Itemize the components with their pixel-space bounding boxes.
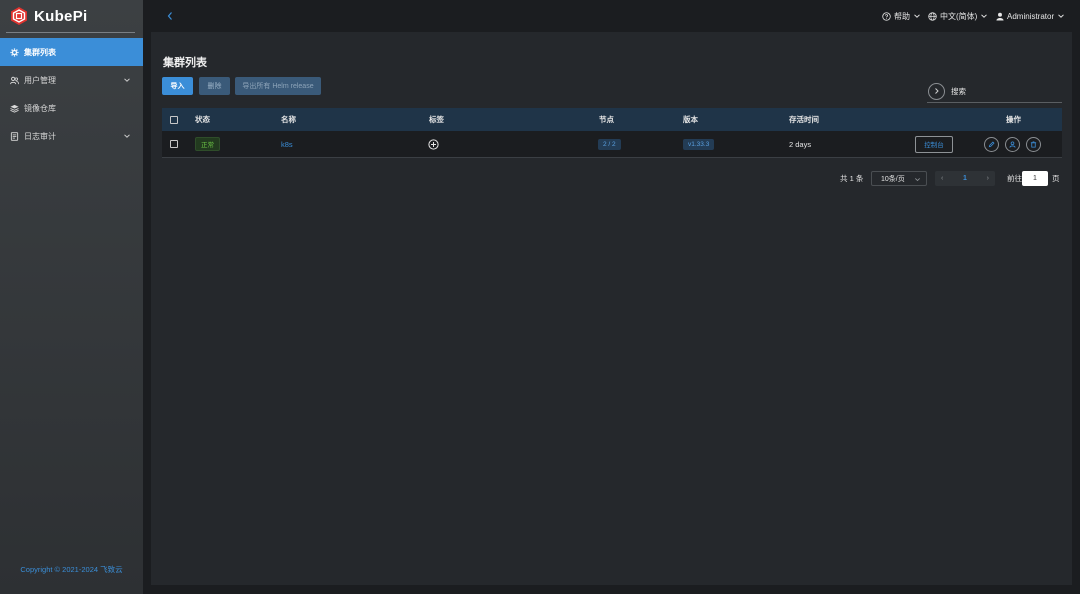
sidebar-item-label: 镜像仓库 bbox=[24, 103, 56, 113]
chevron-down-icon bbox=[124, 134, 130, 138]
search-box bbox=[927, 80, 1062, 103]
column-header-nodes[interactable]: 节点 bbox=[599, 108, 614, 131]
members-cell bbox=[1005, 131, 1020, 157]
help-circle-icon bbox=[882, 11, 891, 21]
sidebar-item-users[interactable]: 用户管理 bbox=[0, 66, 143, 94]
help-menu[interactable]: 帮助 bbox=[882, 9, 924, 23]
gear-icon bbox=[10, 47, 19, 57]
labels-cell bbox=[428, 131, 439, 157]
nodes-badge: 2 / 2 bbox=[598, 138, 621, 150]
sidebar-item-label: 日志审计 bbox=[24, 131, 56, 141]
help-label: 帮助 bbox=[894, 11, 910, 21]
sidebar-item-audit[interactable]: 日志审计 bbox=[0, 122, 143, 150]
logo-text: KubePi bbox=[34, 7, 88, 25]
table-row: 正常 k8s 2 / 2 v1.33.3 2 days 控制台 bbox=[162, 131, 1062, 158]
export-helm-release-button[interactable]: 导出所有 Helm release bbox=[235, 77, 321, 95]
kubepi-logo-icon bbox=[11, 7, 27, 25]
main-content: 集群列表 导入 删除 导出所有 Helm release 状态 名称 标签 节点… bbox=[151, 32, 1072, 585]
user-menu[interactable]: Administrator bbox=[996, 9, 1068, 23]
language-label: 中文(简体) bbox=[940, 11, 978, 21]
logo: KubePi bbox=[9, 5, 87, 27]
member-user-icon[interactable] bbox=[1005, 136, 1020, 152]
app-root: KubePi 集群列表 用户管理 镜像仓库 日志审计 Copyright © 2… bbox=[0, 0, 1080, 594]
chevron-down-icon bbox=[124, 78, 130, 82]
delete-button[interactable]: 删除 bbox=[199, 77, 230, 95]
column-header-version[interactable]: 版本 bbox=[683, 108, 698, 131]
delete-cell bbox=[1026, 131, 1041, 157]
column-header-status[interactable]: 状态 bbox=[195, 108, 210, 131]
pager: ‹ 1 › bbox=[935, 171, 995, 186]
console-cell: 控制台 bbox=[915, 131, 953, 157]
page-title: 集群列表 bbox=[163, 57, 207, 69]
edit-cell bbox=[984, 131, 999, 157]
goto-label: 前往 bbox=[1007, 173, 1022, 183]
sidebar-item-label: 集群列表 bbox=[24, 47, 56, 57]
sidebar-item-registry[interactable]: 镜像仓库 bbox=[0, 94, 143, 122]
name-cell: k8s bbox=[281, 131, 293, 157]
document-icon bbox=[10, 131, 19, 141]
version-cell: v1.33.3 bbox=[683, 131, 715, 157]
trash-icon[interactable] bbox=[1026, 136, 1041, 152]
column-header-labels[interactable]: 标签 bbox=[429, 108, 444, 131]
goto-page-input[interactable] bbox=[1022, 171, 1048, 186]
stack-icon bbox=[10, 104, 19, 113]
copyright-text: Copyright © 2021-2024 飞致云 bbox=[20, 565, 123, 574]
sidebar: KubePi 集群列表 用户管理 镜像仓库 日志审计 Copyright © 2… bbox=[0, 0, 143, 594]
status-badge: 正常 bbox=[195, 137, 220, 151]
search-toggle-icon[interactable] bbox=[928, 82, 945, 100]
user-icon bbox=[996, 12, 1004, 20]
column-header-name[interactable]: 名称 bbox=[281, 108, 296, 131]
prev-page-button[interactable]: ‹ bbox=[941, 175, 943, 182]
table-header: 状态 名称 标签 节点 版本 存活时间 操作 bbox=[162, 108, 1062, 131]
age-cell: 2 days bbox=[789, 139, 812, 149]
users-icon bbox=[10, 76, 19, 85]
nodes-cell: 2 / 2 bbox=[598, 131, 621, 157]
row-select-cell bbox=[170, 131, 178, 157]
console-button[interactable]: 控制台 bbox=[915, 135, 953, 153]
page-number-current[interactable]: 1 bbox=[963, 175, 967, 182]
column-header-age[interactable]: 存活时间 bbox=[789, 108, 819, 131]
add-label-icon[interactable] bbox=[428, 138, 439, 150]
column-header-actions: 操作 bbox=[1006, 115, 1021, 124]
page-size-select[interactable]: 10条/页 bbox=[871, 171, 927, 186]
sidebar-menu: 集群列表 用户管理 镜像仓库 日志审计 bbox=[0, 38, 143, 150]
edit-icon[interactable] bbox=[984, 136, 999, 152]
select-all-cell bbox=[170, 108, 178, 131]
page-suffix: 页 bbox=[1052, 173, 1060, 183]
next-page-button[interactable]: › bbox=[987, 175, 989, 182]
user-label: Administrator bbox=[1007, 11, 1055, 21]
version-badge: v1.33.3 bbox=[683, 138, 715, 150]
top-header: 帮助 中文(简体) Administrator bbox=[143, 0, 1080, 32]
search-input[interactable] bbox=[951, 86, 1051, 96]
cluster-name-link[interactable]: k8s bbox=[281, 140, 293, 149]
import-button[interactable]: 导入 bbox=[162, 77, 193, 95]
collapse-sidebar-icon[interactable] bbox=[165, 10, 175, 22]
pagination-total: 共 1 条 bbox=[840, 173, 864, 183]
row-checkbox[interactable] bbox=[170, 140, 178, 148]
language-menu[interactable]: 中文(简体) bbox=[928, 9, 991, 23]
cluster-table: 状态 名称 标签 节点 版本 存活时间 操作 正常 k8s 2 / 2 v1.3… bbox=[162, 108, 1062, 158]
chevron-down-icon bbox=[1058, 14, 1064, 18]
sidebar-item-clusters[interactable]: 集群列表 bbox=[0, 38, 143, 66]
logo-divider bbox=[6, 32, 135, 33]
sidebar-item-label: 用户管理 bbox=[24, 75, 56, 85]
chevron-down-icon bbox=[981, 14, 988, 18]
chevron-down-icon bbox=[914, 14, 920, 18]
select-all-checkbox[interactable] bbox=[170, 115, 178, 124]
page-size-value: 10条/页 bbox=[881, 175, 905, 183]
status-cell: 正常 bbox=[195, 131, 220, 157]
globe-icon bbox=[928, 11, 937, 21]
chevron-down-icon bbox=[915, 178, 920, 182]
